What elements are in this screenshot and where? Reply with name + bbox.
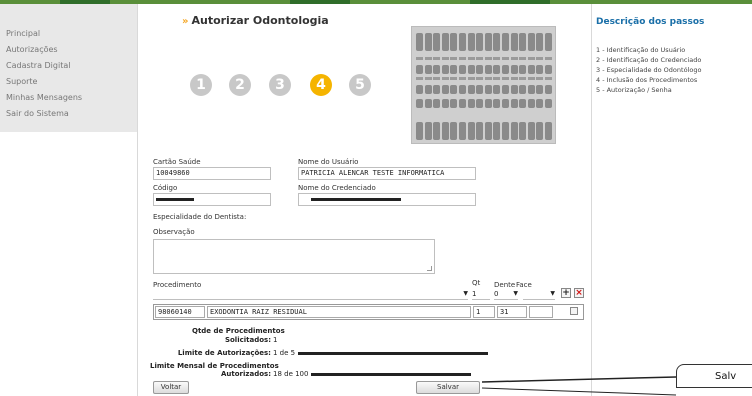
callout-line (481, 387, 677, 396)
callout-box: Salv (676, 364, 752, 388)
callout-pointer (481, 376, 677, 396)
callout-line (481, 376, 677, 383)
